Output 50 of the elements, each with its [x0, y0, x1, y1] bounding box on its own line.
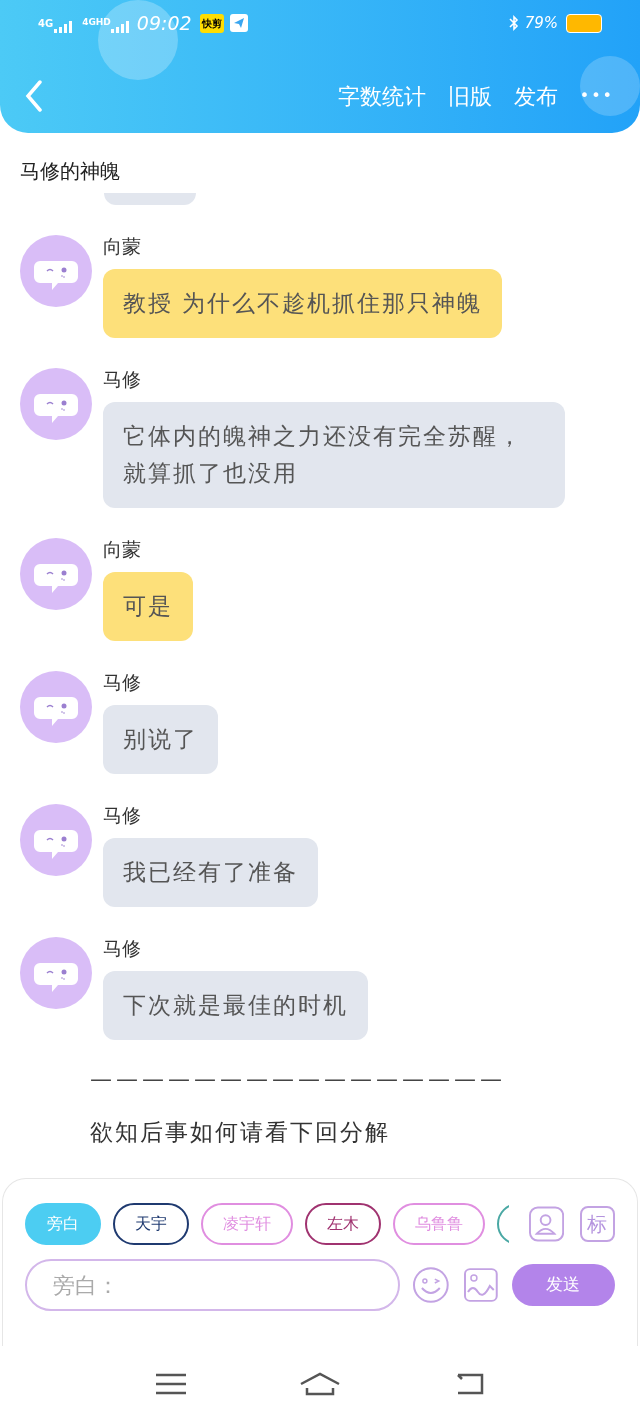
ending-text: 欲知后事如何请看下回分解 [90, 1118, 391, 1147]
speaker-name: 向蒙 [103, 234, 141, 259]
bluetooth-icon [508, 15, 519, 31]
tag-button[interactable]: 标 [579, 1206, 615, 1242]
header-action[interactable]: 旧版 [447, 79, 492, 113]
avatar-chat-icon [20, 937, 92, 1009]
message-bubble: 下次就是最佳的时机 [103, 971, 368, 1040]
avatar-chat-icon [20, 671, 92, 743]
speaker-name: 马修 [103, 936, 141, 961]
send-button[interactable]: 发送 [511, 1264, 615, 1306]
signal-icon [110, 21, 131, 33]
speaker-name: 马修 [103, 670, 141, 695]
message-bubble: 教授 为什么不趁机抓住那只神魄 [103, 269, 503, 338]
image-icon[interactable] [464, 1268, 498, 1302]
role-chip[interactable]: 旁白 [25, 1203, 101, 1245]
speaker-name: 向蒙 [103, 537, 141, 562]
network-label: 4G [38, 16, 54, 31]
back-icon[interactable] [24, 80, 44, 112]
header-action[interactable]: 字数统计 [337, 79, 426, 113]
separator-dashes: ———————————————— [90, 1065, 507, 1093]
role-chip[interactable]: 左木 [305, 1203, 381, 1245]
person-card-icon[interactable] [528, 1206, 564, 1242]
home-icon[interactable] [299, 1372, 341, 1396]
story-title: 马修的神魄 [20, 158, 121, 185]
speaker-name: 马修 [103, 367, 141, 392]
app-badge: 快剪 [199, 13, 224, 33]
status-time: 09:02 [136, 10, 192, 36]
battery-percent: 79% [524, 12, 558, 34]
message-bubble: 它体内的魄神之力还没有完全苏醒，就算抓了也没用 [103, 402, 565, 508]
avatar-chat-icon [20, 804, 92, 876]
message-input[interactable]: 旁白： [25, 1259, 401, 1311]
bubble-decoration [580, 56, 640, 116]
avatar-chat-icon [20, 235, 92, 307]
battery-icon [566, 13, 602, 33]
avatar-chat-icon [20, 368, 92, 440]
send-app-icon [229, 14, 248, 32]
header-action[interactable]: 发布 [513, 79, 558, 113]
more-button[interactable]: ••• [579, 84, 614, 108]
role-chip[interactable]: 天宇 [113, 1203, 189, 1245]
message-bubble: 别说了 [103, 705, 218, 774]
menu-icon[interactable] [156, 1373, 187, 1395]
signal-icon [54, 21, 75, 33]
speaker-name: 马修 [103, 803, 141, 828]
role-chip[interactable]: 乌鲁鲁 [393, 1203, 485, 1245]
avatar-chat-icon [20, 538, 92, 610]
message-bubble: 我已经有了准备 [103, 838, 318, 907]
message-bubble: 可是 [103, 572, 193, 641]
emoji-icon[interactable] [412, 1266, 451, 1304]
network-label: 4GHD [82, 16, 111, 30]
role-chip[interactable]: 凌宇轩 [201, 1203, 293, 1245]
